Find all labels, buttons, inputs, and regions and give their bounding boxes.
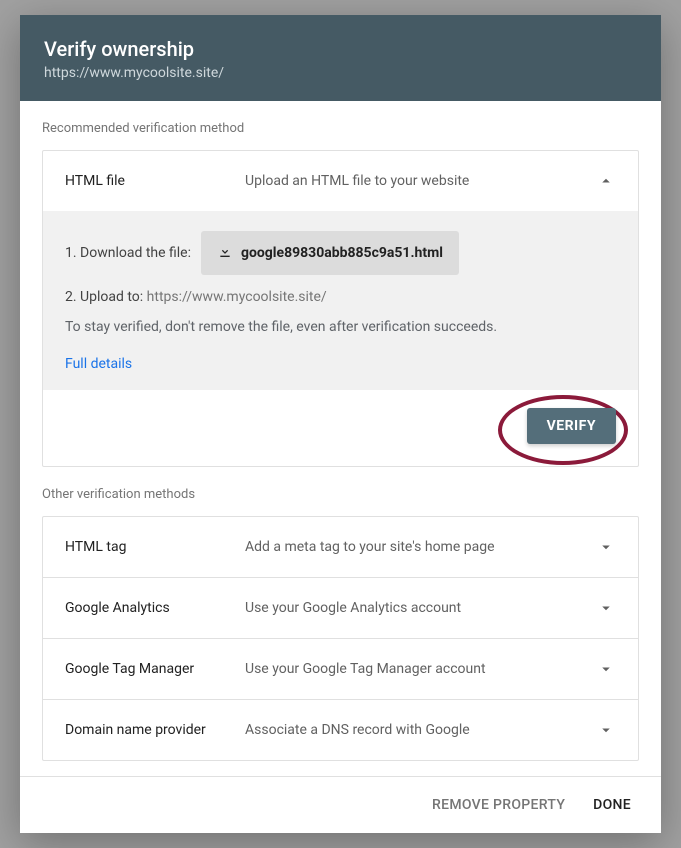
html-file-method-header[interactable]: HTML file Upload an HTML file to your we… xyxy=(43,151,638,211)
verification-note: To stay verified, don't remove the file,… xyxy=(65,319,616,335)
verify-ownership-dialog: Verify ownership https://www.mycoolsite.… xyxy=(20,15,661,833)
download-filename: google89830abb885c9a51.html xyxy=(241,245,443,261)
dialog-body: Recommended verification method HTML fil… xyxy=(20,101,661,776)
other-methods-card: HTML tag Add a meta tag to your site's h… xyxy=(42,516,639,761)
method-name: Google Analytics xyxy=(65,600,245,616)
step-1: 1. Download the file: google89830abb885c… xyxy=(65,231,616,275)
step-1-label: 1. Download the file: xyxy=(65,245,191,261)
method-name: HTML tag xyxy=(65,539,245,555)
chevron-down-icon xyxy=(596,598,616,618)
recommended-method-card: HTML file Upload an HTML file to your we… xyxy=(42,150,639,467)
method-name: HTML file xyxy=(65,173,245,189)
method-description: Upload an HTML file to your website xyxy=(245,173,596,189)
method-name: Google Tag Manager xyxy=(65,661,245,677)
chevron-down-icon xyxy=(596,720,616,740)
method-description: Use your Google Analytics account xyxy=(245,600,596,616)
step-2-label: 2. Upload to: xyxy=(65,289,143,305)
method-name: Domain name provider xyxy=(65,722,245,738)
method-description: Use your Google Tag Manager account xyxy=(245,661,596,677)
step-2: 2. Upload to: https://www.mycoolsite.sit… xyxy=(65,289,616,305)
full-details-link[interactable]: Full details xyxy=(65,356,132,372)
remove-property-button[interactable]: REMOVE PROPERTY xyxy=(432,797,565,813)
method-html-tag[interactable]: HTML tag Add a meta tag to your site's h… xyxy=(43,517,638,577)
dialog-subtitle: https://www.mycoolsite.site/ xyxy=(44,65,637,81)
verify-row: VERIFY xyxy=(43,390,638,466)
instructions-panel: 1. Download the file: google89830abb885c… xyxy=(43,211,638,390)
verify-button[interactable]: VERIFY xyxy=(527,408,616,444)
chevron-down-icon xyxy=(596,659,616,679)
chevron-down-icon xyxy=(596,537,616,557)
dialog-footer: REMOVE PROPERTY DONE xyxy=(20,776,661,833)
done-button[interactable]: DONE xyxy=(593,797,631,813)
method-google-tag-manager[interactable]: Google Tag Manager Use your Google Tag M… xyxy=(43,638,638,699)
other-section-label: Other verification methods xyxy=(42,467,639,516)
chevron-up-icon xyxy=(596,171,616,191)
dialog-title: Verify ownership xyxy=(44,37,637,61)
dialog-header: Verify ownership https://www.mycoolsite.… xyxy=(20,15,661,101)
method-google-analytics[interactable]: Google Analytics Use your Google Analyti… xyxy=(43,577,638,638)
recommended-section-label: Recommended verification method xyxy=(42,101,639,150)
download-file-button[interactable]: google89830abb885c9a51.html xyxy=(201,231,459,275)
method-description: Add a meta tag to your site's home page xyxy=(245,539,596,555)
download-icon xyxy=(217,243,233,263)
method-domain-name-provider[interactable]: Domain name provider Associate a DNS rec… xyxy=(43,699,638,760)
method-description: Associate a DNS record with Google xyxy=(245,722,596,738)
upload-target-url: https://www.mycoolsite.site/ xyxy=(147,289,327,305)
